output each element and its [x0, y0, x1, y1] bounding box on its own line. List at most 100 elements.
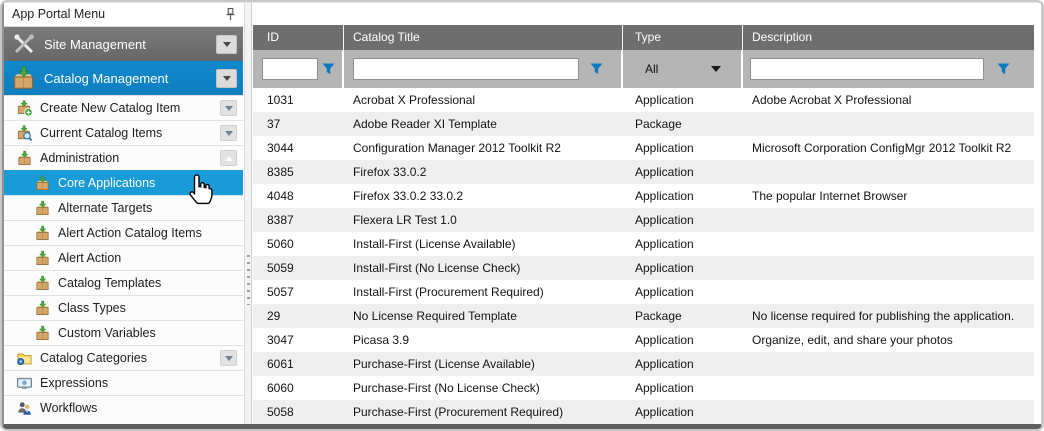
sidebar-item-custom-variables[interactable]: Custom Variables — [4, 320, 243, 345]
cell-id: 5058 — [253, 400, 344, 424]
cell-description: No license required for publishing the a… — [743, 304, 1034, 328]
sidebar-item-label: Expressions — [40, 376, 108, 390]
catalog-title-filter-funnel-icon[interactable] — [587, 60, 605, 78]
column-header-description[interactable]: Description — [743, 25, 1034, 50]
table-row[interactable]: 3047Picasa 3.9ApplicationOrganize, edit,… — [253, 328, 1034, 352]
cell-title: Purchase-First (No License Check) — [344, 376, 623, 400]
cell-title: Purchase-First (Procurement Required) — [344, 400, 623, 424]
sidebar-item-expressions[interactable]: Expressions — [4, 370, 243, 395]
sidebar-tree: Site ManagementCatalog ManagementCreate … — [4, 27, 243, 420]
cell-title: Acrobat X Professional — [344, 88, 623, 112]
sidebar-item-administration[interactable]: Administration — [4, 145, 243, 170]
table-row[interactable]: 8385Firefox 33.0.2Application — [253, 160, 1034, 184]
table-row[interactable]: 3044Configuration Manager 2012 Toolkit R… — [253, 136, 1034, 160]
cell-type: Application — [623, 376, 743, 400]
cell-type: Application — [623, 88, 743, 112]
package-icon — [34, 175, 51, 192]
cell-type: Application — [623, 136, 743, 160]
sidebar-item-create-new-catalog-item[interactable]: Create New Catalog Item — [4, 95, 243, 120]
sidebar-item-site-management[interactable]: Site Management — [4, 27, 243, 61]
sidebar-item-alternate-targets[interactable]: Alternate Targets — [4, 195, 243, 220]
sidebar-item-current-catalog-items[interactable]: Current Catalog Items — [4, 120, 243, 145]
sidebar-item-label: Class Types — [58, 301, 126, 315]
cell-id: 8385 — [253, 160, 344, 184]
pin-icon[interactable] — [222, 6, 238, 23]
table-row[interactable]: 6060Purchase-First (No License Check)App… — [253, 376, 1034, 400]
sidebar-item-catalog-templates[interactable]: Catalog Templates — [4, 270, 243, 295]
table-row[interactable]: 5060Install-First (License Available)App… — [253, 232, 1034, 256]
table-row[interactable]: 5057Install-First (Procurement Required)… — [253, 280, 1034, 304]
cell-type: Package — [623, 304, 743, 328]
type-filter-dropdown[interactable]: All — [623, 62, 741, 76]
cell-title: Flexera LR Test 1.0 — [344, 208, 623, 232]
table-row[interactable]: 37Adobe Reader XI TemplatePackage — [253, 112, 1034, 136]
sidebar-item-label: Alternate Targets — [58, 201, 152, 215]
cell-description — [743, 208, 1034, 232]
expand-arrow-button[interactable] — [220, 350, 237, 366]
description-filter-funnel-icon[interactable] — [994, 60, 1012, 78]
table-row[interactable]: 29No License Required TemplatePackageNo … — [253, 304, 1034, 328]
description-filter-input[interactable] — [750, 58, 984, 80]
sidebar-item-catalog-categories[interactable]: Catalog Categories — [4, 345, 243, 370]
grid-header-row: ID Catalog Title Type Description — [253, 25, 1034, 50]
cell-id: 8387 — [253, 208, 344, 232]
id-filter-input[interactable] — [262, 58, 318, 80]
column-header-catalog-title[interactable]: Catalog Title — [344, 25, 623, 50]
id-filter-funnel-icon[interactable] — [319, 60, 337, 78]
filter-cell-description — [743, 50, 1034, 88]
cell-type: Application — [623, 280, 743, 304]
cell-id: 4048 — [253, 184, 344, 208]
sidebar-item-alert-action-catalog-items[interactable]: Alert Action Catalog Items — [4, 220, 243, 245]
cell-id: 6061 — [253, 352, 344, 376]
panel-splitter[interactable] — [244, 3, 252, 424]
monitor-icon — [16, 375, 33, 392]
sidebar-item-core-applications[interactable]: Core Applications — [4, 170, 243, 195]
cell-id: 5060 — [253, 232, 344, 256]
sidebar-item-catalog-management[interactable]: Catalog Management — [4, 61, 243, 95]
cell-title: Firefox 33.0.2 33.0.2 — [344, 184, 623, 208]
cell-id: 5059 — [253, 256, 344, 280]
package-icon — [34, 225, 51, 242]
cell-type: Application — [623, 400, 743, 424]
table-row[interactable]: 6061Purchase-First (License Available)Ap… — [253, 352, 1034, 376]
cell-type: Application — [623, 184, 743, 208]
package-add-icon — [16, 100, 33, 117]
table-row[interactable]: 8387Flexera LR Test 1.0Application — [253, 208, 1034, 232]
sidebar-item-alert-action[interactable]: Alert Action — [4, 245, 243, 270]
table-row[interactable]: 5058Purchase-First (Procurement Required… — [253, 400, 1034, 424]
sidebar-item-workflows[interactable]: Workflows — [4, 395, 243, 420]
sidebar-item-label: Catalog Categories — [40, 351, 147, 365]
cell-title: Firefox 33.0.2 — [344, 160, 623, 184]
cell-description — [743, 400, 1034, 424]
expand-arrow-button[interactable] — [220, 100, 237, 116]
table-row[interactable]: 4048Firefox 33.0.2 33.0.2ApplicationThe … — [253, 184, 1034, 208]
table-row[interactable]: 5059Install-First (No License Check)Appl… — [253, 256, 1034, 280]
cell-type: Application — [623, 352, 743, 376]
package-icon — [34, 300, 51, 317]
sidebar-item-label: Alert Action Catalog Items — [58, 226, 202, 240]
package-icon — [16, 150, 33, 167]
cell-description: Microsoft Corporation ConfigMgr 2012 Too… — [743, 136, 1034, 160]
cell-title: Install-First (Procurement Required) — [344, 280, 623, 304]
cell-type: Application — [623, 328, 743, 352]
cell-id: 6060 — [253, 376, 344, 400]
cell-description — [743, 280, 1034, 304]
app-window-body: App Portal Menu Site ManagementCatalog M… — [2, 2, 1042, 429]
catalog-title-filter-input[interactable] — [353, 58, 579, 80]
expand-arrow-button[interactable] — [216, 35, 237, 54]
sidebar-title-bar: App Portal Menu — [4, 3, 243, 27]
column-header-id[interactable]: ID — [253, 25, 344, 50]
package-icon — [34, 250, 51, 267]
cell-id: 1031 — [253, 88, 344, 112]
expand-arrow-button[interactable] — [216, 69, 237, 88]
collapse-arrow-button[interactable] — [220, 150, 237, 166]
chevron-up-icon — [225, 156, 233, 161]
cell-title: Picasa 3.9 — [344, 328, 623, 352]
cell-type: Application — [623, 256, 743, 280]
column-header-type[interactable]: Type — [623, 25, 743, 50]
filter-cell-catalog-title — [344, 50, 623, 88]
cell-type: Application — [623, 208, 743, 232]
table-row[interactable]: 1031Acrobat X ProfessionalApplicationAdo… — [253, 88, 1034, 112]
expand-arrow-button[interactable] — [220, 125, 237, 141]
sidebar-item-class-types[interactable]: Class Types — [4, 295, 243, 320]
